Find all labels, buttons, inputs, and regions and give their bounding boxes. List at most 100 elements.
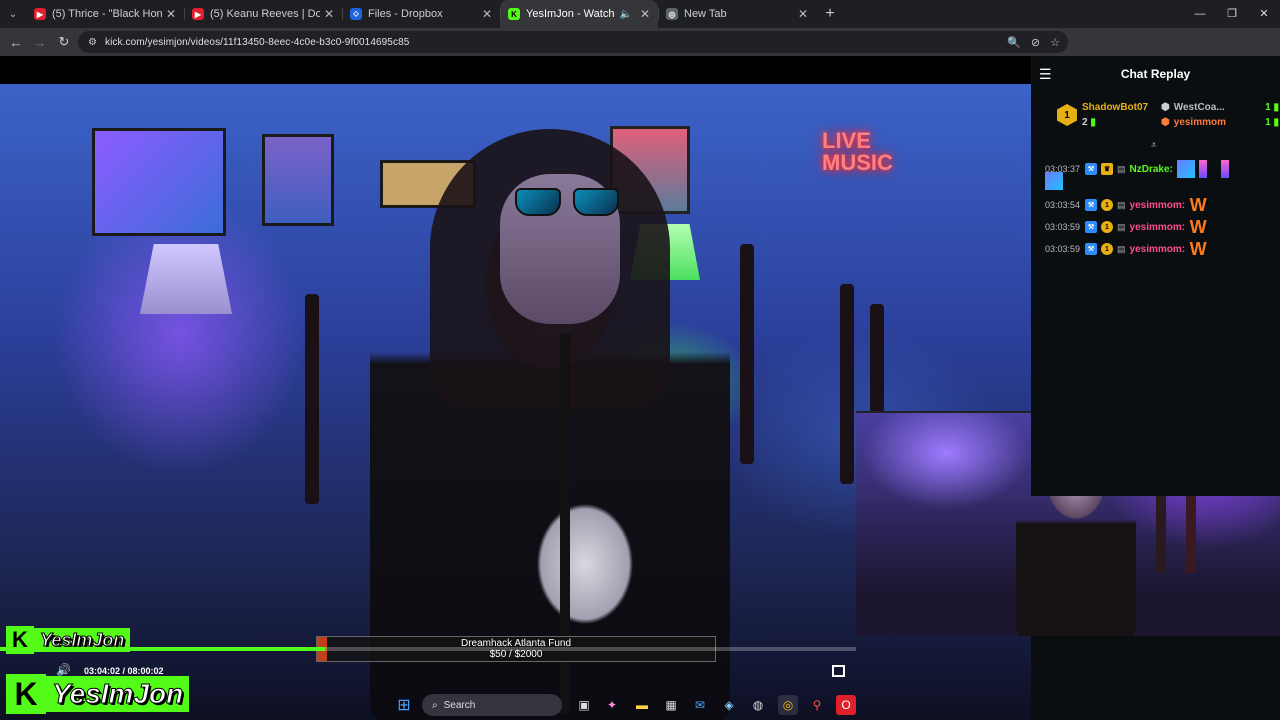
taskbar-search-label: Search xyxy=(443,699,476,711)
seek-bar-played xyxy=(0,647,326,651)
rank-badge-icon: 1 xyxy=(1101,199,1113,211)
task-view-icon[interactable]: ▣ xyxy=(574,695,594,715)
browser-tab-strip: ⌄ ▶ (5) Thrice - "Black Honey" (Acou ✕ ▶… xyxy=(0,0,1280,28)
browser-tab-active[interactable]: K YesImJon - Watch the VOD 🔈 ✕ xyxy=(500,0,658,28)
tab-audio-icon[interactable]: 🔈 xyxy=(619,9,631,20)
close-window-icon[interactable]: ✕ xyxy=(1248,0,1280,28)
windows-start-icon[interactable]: ⊞ xyxy=(394,695,414,715)
maps-pin-icon[interactable]: ⚲ xyxy=(807,695,827,715)
window-controls: — ❐ ✕ xyxy=(1184,0,1280,28)
chat-title: Chat Replay xyxy=(1120,67,1191,81)
windows-taskbar: ⊞ ⌕ Search ▣ ✦ ▬ ▦ ✉ ◈ ◍ ◎ ⚲ O xyxy=(0,690,1031,720)
minimize-icon[interactable]: — xyxy=(1184,0,1216,28)
tab-close-icon[interactable]: ✕ xyxy=(482,7,492,21)
eye-off-icon[interactable]: ⊘ xyxy=(1031,36,1040,49)
w-emote-icon: W xyxy=(1189,239,1207,259)
guitar xyxy=(305,294,319,504)
browser-tab[interactable]: ▶ (5) Thrice - "Black Honey" (Acou ✕ xyxy=(26,0,184,28)
gift-leaderboard: 1 ShadowBot07 2 ▮ ⬢ WestCoa... 1 ▮ ⬢ yesim… xyxy=(1057,100,1279,132)
tab-search-chevron-icon[interactable]: ⌄ xyxy=(0,0,26,28)
leaderboard-user[interactable]: ⬢ WestCoa... 1 ▮ xyxy=(1161,102,1279,113)
restore-icon[interactable]: ❐ xyxy=(1216,0,1248,28)
kick-favicon-icon: K xyxy=(508,8,520,20)
leaderboard-count: 2 ▮ xyxy=(1082,117,1096,128)
page-header-strip xyxy=(0,56,1031,84)
rank-badge-icon: 1 xyxy=(1101,221,1113,233)
office-icon[interactable]: ◈ xyxy=(719,695,739,715)
chat-message: 03:03:59 ⚒ 1 ▤ yesimmom: W xyxy=(1045,239,1207,259)
chrome-icon[interactable]: ◎ xyxy=(778,695,798,715)
zoom-icon[interactable]: 🔍 xyxy=(1007,36,1021,49)
forward-arrow-icon[interactable]: → xyxy=(28,35,52,50)
opera-icon[interactable]: O xyxy=(836,695,856,715)
poster-frame xyxy=(92,128,226,236)
subscriber-badge-icon: ▤ xyxy=(1117,199,1126,210)
subscriber-badge-icon: ▤ xyxy=(1117,163,1126,174)
taskbar-search-box[interactable]: ⌕ Search xyxy=(422,694,562,716)
scroll-down-icon[interactable]: ⩡ xyxy=(1151,140,1157,151)
tab-close-icon[interactable]: ✕ xyxy=(166,7,176,21)
sunglasses xyxy=(515,188,625,218)
seek-bar[interactable] xyxy=(0,647,856,651)
tab-close-icon[interactable]: ✕ xyxy=(640,7,650,21)
new-tab-plus-icon[interactable]: + xyxy=(816,0,844,28)
tab-title: (5) Keanu Reeves | Don't Quit Y xyxy=(210,8,320,20)
emote-icon xyxy=(1045,172,1063,190)
emote-icon xyxy=(1220,160,1229,178)
moderator-badge-icon: ⚒ xyxy=(1085,163,1097,175)
mail-icon[interactable]: ✉ xyxy=(690,695,710,715)
dropbox-favicon-icon: ⬦ xyxy=(350,8,362,20)
guitar xyxy=(740,244,754,464)
emote-icon xyxy=(1198,160,1207,178)
youtube-favicon-icon: ▶ xyxy=(34,8,46,20)
poster-frame xyxy=(262,134,334,226)
moderator-badge-icon: ⚒ xyxy=(1085,243,1097,255)
chat-message: 03:03:37 ⚒ ♛ ▤ NzDrake: xyxy=(1045,160,1229,178)
browser-tab[interactable]: ⬦ Files - Dropbox ✕ xyxy=(342,0,500,28)
bookmark-star-icon[interactable]: ☆ xyxy=(1050,36,1060,49)
moderator-badge-icon: ⚒ xyxy=(1085,199,1097,211)
guitar xyxy=(840,284,854,484)
leaderboard-user[interactable]: ⬢ yesimmom 1 ▮ xyxy=(1161,117,1279,128)
leaderboard-user[interactable]: ShadowBot07 xyxy=(1082,102,1148,113)
address-bar[interactable]: ⚙ kick.com/yesimjon/videos/11f13450-8eec… xyxy=(78,31,1068,53)
rank-badge-icon: 1 xyxy=(1101,243,1113,255)
gift-icon: ▮ xyxy=(1273,102,1279,113)
browser-tab[interactable]: ▶ (5) Keanu Reeves | Don't Quit Y ✕ xyxy=(184,0,342,28)
chat-username[interactable]: yesimmom: xyxy=(1130,222,1186,233)
gift-icon: ▮ xyxy=(1090,117,1096,128)
file-explorer-icon[interactable]: ▬ xyxy=(632,695,652,715)
youtube-favicon-icon: ▶ xyxy=(192,8,204,20)
chat-header: ☰ Chat Replay xyxy=(1031,56,1280,92)
chat-message: 03:03:59 ⚒ 1 ▤ yesimmom: W xyxy=(1045,217,1207,237)
theater-mode-icon[interactable] xyxy=(832,665,845,677)
tab-title: (5) Thrice - "Black Honey" (Acou xyxy=(52,8,162,20)
emote-icon xyxy=(1176,160,1195,178)
crown-badge-icon: ♛ xyxy=(1101,163,1113,175)
chat-message: 03:03:54 ⚒ 1 ▤ yesimmom: W xyxy=(1045,195,1207,215)
chat-username[interactable]: yesimmom: xyxy=(1130,200,1186,211)
chat-replay-panel: ☰ Chat Replay 1 ShadowBot07 2 ▮ ⬢ WestCoa… xyxy=(1031,56,1280,496)
site-info-icon[interactable]: ⚙ xyxy=(88,37,97,48)
tab-close-icon[interactable]: ✕ xyxy=(324,7,334,21)
url-text[interactable]: kick.com/yesimjon/videos/11f13450-8eec-4… xyxy=(105,37,409,48)
browser-toolbar: ← → ↻ ⚙ kick.com/yesimjon/videos/11f1345… xyxy=(0,28,1280,77)
store-icon[interactable]: ▦ xyxy=(661,695,681,715)
browser-tab[interactable]: ◎ New Tab ✕ xyxy=(658,0,816,28)
chat-username[interactable]: NzDrake: xyxy=(1130,164,1173,175)
tab-title: Files - Dropbox xyxy=(368,8,443,20)
reload-icon[interactable]: ↻ xyxy=(52,34,76,50)
rank-badge-icon: 1 xyxy=(1057,104,1077,126)
chat-username[interactable]: yesimmom: xyxy=(1130,244,1186,255)
tab-close-icon[interactable]: ✕ xyxy=(798,7,808,21)
app-icon[interactable]: ◍ xyxy=(748,695,768,715)
shield-icon: ⬢ xyxy=(1161,102,1170,113)
copilot-icon[interactable]: ✦ xyxy=(602,695,622,715)
back-arrow-icon[interactable]: ← xyxy=(4,35,28,50)
shield-icon: ⬢ xyxy=(1161,117,1170,128)
w-emote-icon: W xyxy=(1189,217,1207,237)
live-music-neon-sign: LIVE MUSIC xyxy=(822,128,893,175)
moderator-badge-icon: ⚒ xyxy=(1085,221,1097,233)
tab-title: New Tab xyxy=(684,8,727,20)
search-icon: ⌕ xyxy=(432,699,438,711)
